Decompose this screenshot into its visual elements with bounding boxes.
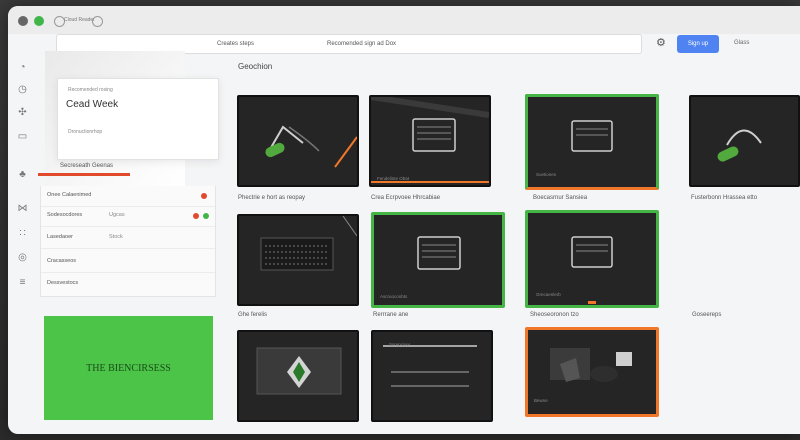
clock-icon[interactable]: ◷ (17, 84, 28, 95)
list-item-label: Sodesocdores (47, 212, 83, 218)
card-inner-text: Bewne (534, 398, 548, 403)
list-item[interactable]: Lasedaoer Stock (41, 228, 215, 249)
status-dot (193, 213, 199, 219)
product-card-logo[interactable] (237, 330, 359, 422)
card-caption: Boecasrnur Sansiea (533, 195, 588, 201)
dropdown-title[interactable]: Cead Week (66, 99, 118, 110)
window-title: Cloud Reader (64, 17, 95, 23)
headset-icon (265, 125, 358, 168)
device-icon (417, 236, 461, 270)
stats-icon[interactable]: ∷ (17, 228, 28, 239)
keyboard-icon (260, 215, 358, 271)
title-bar: Cloud Reader (8, 6, 800, 34)
nav-link-recommended[interactable]: Recomended sign ad Dox (327, 41, 396, 47)
dropdown-menu[interactable]: Recomended rosing Cead Week Dronuctionrh… (57, 78, 219, 160)
globe-icon[interactable]: ◎ (17, 252, 28, 263)
product-card-device[interactable]: Fendelinte Obat (369, 94, 491, 187)
headset-icon (717, 129, 762, 162)
device-icon (370, 94, 490, 183)
sign-up-button[interactable]: Sign up (677, 35, 719, 53)
active-indicator (38, 173, 130, 176)
card-caption: Crea Ecrpvoee Hhrcabiae (371, 195, 441, 201)
sidebar-section-label: Secreseath Geenas (60, 163, 114, 169)
card-caption: Sheoseoronon tzo (530, 312, 579, 318)
window-close-button[interactable] (18, 16, 28, 26)
list-item-label: Cracasseos (47, 258, 77, 264)
user-menu[interactable]: Glass (734, 40, 749, 46)
card-caption: Rerrrane ane (373, 312, 409, 318)
section-title: Geochion (238, 62, 273, 71)
product-card-headset[interactable] (237, 95, 359, 187)
product-card-headset[interactable] (689, 95, 800, 187)
list-item-value: Stock (109, 234, 123, 240)
product-card-keyboard[interactable] (237, 214, 359, 306)
product-card-document[interactable]: Ssrepciser (371, 330, 493, 422)
status-dot (201, 193, 207, 199)
list-panel: Onee Calaenimed Sodesocdores Ugcas Lased… (40, 186, 216, 297)
users-icon[interactable]: ♣ (17, 169, 28, 180)
promo-banner[interactable]: THE BIENCIRSESS (44, 316, 213, 420)
list-item[interactable]: Cracasseos (41, 252, 215, 273)
dropdown-hint: Recomended rosing (68, 87, 113, 93)
product-card-media[interactable]: Bewne (525, 327, 659, 417)
list-item[interactable]: Onee Calaenimed (41, 186, 215, 207)
card-caption: Goseereps (692, 312, 722, 318)
nav-link-steps[interactable]: Creates steps (217, 41, 254, 47)
status-dot (203, 213, 209, 219)
share-icon[interactable]: ⋈ (17, 203, 28, 214)
list-item-label: Dessvestocs (47, 280, 79, 286)
card-inner-text: Suetiones (536, 172, 557, 177)
product-card-device[interactable]: Ascruoconbts (371, 212, 505, 308)
list-item-value: Ugcas (109, 212, 125, 218)
card-inner-text: Ssrepciser (389, 342, 411, 347)
card-caption: Ghe ferelis (238, 312, 268, 318)
home-icon[interactable]: ◔ (17, 62, 28, 73)
list-item[interactable]: Sodesocdores Ugcas (41, 206, 215, 227)
card-caption: Phectrie e hort as reopay (238, 195, 306, 201)
refresh-icon[interactable] (92, 16, 103, 27)
card-inner-text: Ascruoconbts (380, 294, 408, 299)
list-item-label: Onee Calaenimed (47, 192, 92, 198)
logo-icon (256, 347, 342, 395)
product-card-device[interactable]: Suetiones (525, 94, 659, 190)
promo-text: THE BIENCIRSESS (86, 363, 171, 374)
tools-icon[interactable]: ✣ (17, 107, 28, 118)
list-item-label: Lasedaoer (47, 234, 73, 240)
card-inner-text: Fendelinte Obat (377, 176, 410, 181)
menu-icon[interactable]: ≡ (17, 277, 28, 288)
window-maximize-button[interactable] (34, 16, 44, 26)
card-caption: Fusterbonn Hrassea etto (691, 195, 758, 201)
list-item[interactable]: Dessvestocs (41, 274, 215, 294)
folder-icon[interactable]: ▭ (17, 131, 28, 142)
app-window: Cloud Reader Creates steps Recomended si… (8, 6, 800, 434)
dropdown-subtitle: Dronuctionrhop (68, 129, 103, 135)
gear-icon[interactable]: ⚙ (656, 38, 666, 49)
card-inner-text: Grecaenlerb (536, 292, 561, 297)
product-card-device[interactable]: Grecaenlerb (525, 210, 659, 308)
